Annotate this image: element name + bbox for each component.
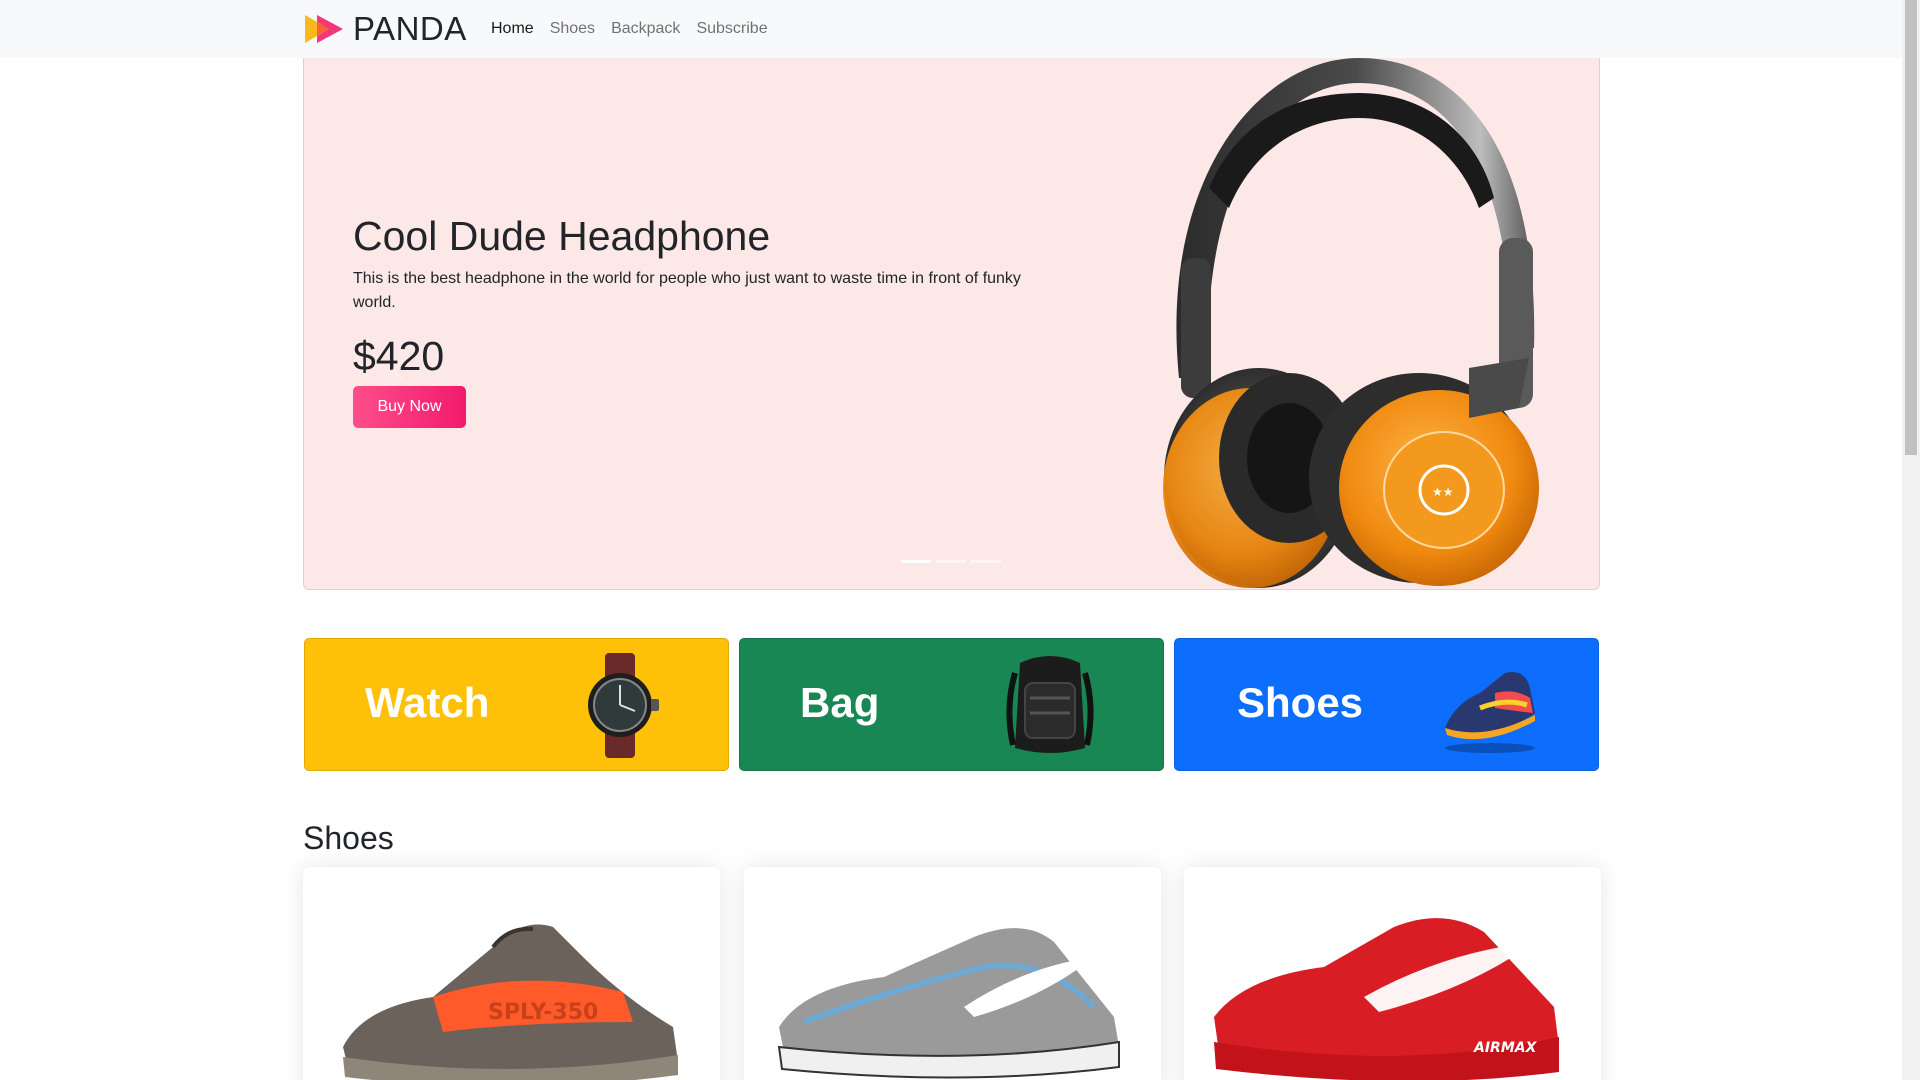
- category-card-bag[interactable]: Bag: [739, 638, 1164, 771]
- product-card[interactable]: [744, 867, 1161, 1080]
- category-label: Watch: [365, 679, 490, 726]
- nav-link-home[interactable]: Home: [491, 20, 534, 38]
- nav-links: Home Shoes Backpack Subscribe: [491, 20, 768, 38]
- buy-now-button[interactable]: Buy Now: [353, 386, 466, 428]
- page-scrollbar[interactable]: [1902, 0, 1920, 1080]
- sneaker-image: [1445, 672, 1535, 753]
- nike-sneaker-gray-image: [777, 928, 1120, 1079]
- watch-image: [588, 653, 659, 758]
- carousel-prev-icon[interactable]: [389, 358, 409, 382]
- nav-link-subscribe[interactable]: Subscribe: [696, 20, 767, 38]
- brand-name: PANDA: [353, 10, 467, 47]
- navbar: PANDA Home Shoes Backpack Subscribe: [0, 0, 1902, 58]
- carousel-indicators: [901, 560, 1001, 563]
- carousel-indicator[interactable]: [901, 560, 931, 563]
- carousel-indicator[interactable]: [936, 560, 966, 563]
- product-card[interactable]: SPLY-350: [303, 867, 720, 1080]
- scrollbar-thumb[interactable]: [1905, 0, 1917, 455]
- backpack-image: [1006, 656, 1094, 753]
- nike-airmax-red-image: AIRMAX: [1214, 918, 1559, 1080]
- category-label: Shoes: [1237, 679, 1364, 726]
- yeezy-sneaker-image: SPLY-350: [343, 924, 678, 1080]
- svg-text:SPLY-350: SPLY-350: [488, 1000, 598, 1025]
- svg-text:★★: ★★: [1432, 485, 1454, 499]
- svg-text:AIRMAX: AIRMAX: [1473, 1040, 1538, 1056]
- panda-logo-icon: [303, 11, 347, 47]
- hero-carousel: Cool Dude Headphone This is the best hea…: [303, 58, 1600, 590]
- brand[interactable]: PANDA: [303, 10, 467, 48]
- category-card-shoes[interactable]: Shoes: [1174, 638, 1599, 771]
- nav-link-backpack[interactable]: Backpack: [611, 20, 680, 38]
- category-label: Bag: [800, 679, 880, 726]
- section-title-shoes: Shoes: [303, 820, 394, 856]
- hero-title: Cool Dude Headphone: [353, 213, 771, 259]
- headphone-image: ★★: [1163, 58, 1539, 588]
- category-card-watch[interactable]: Watch: [304, 638, 729, 771]
- carousel-indicator[interactable]: [971, 560, 1001, 563]
- nav-link-shoes[interactable]: Shoes: [550, 20, 595, 38]
- hero-description: This is the best headphone in the world …: [353, 270, 1021, 311]
- product-card[interactable]: AIRMAX: [1184, 867, 1601, 1080]
